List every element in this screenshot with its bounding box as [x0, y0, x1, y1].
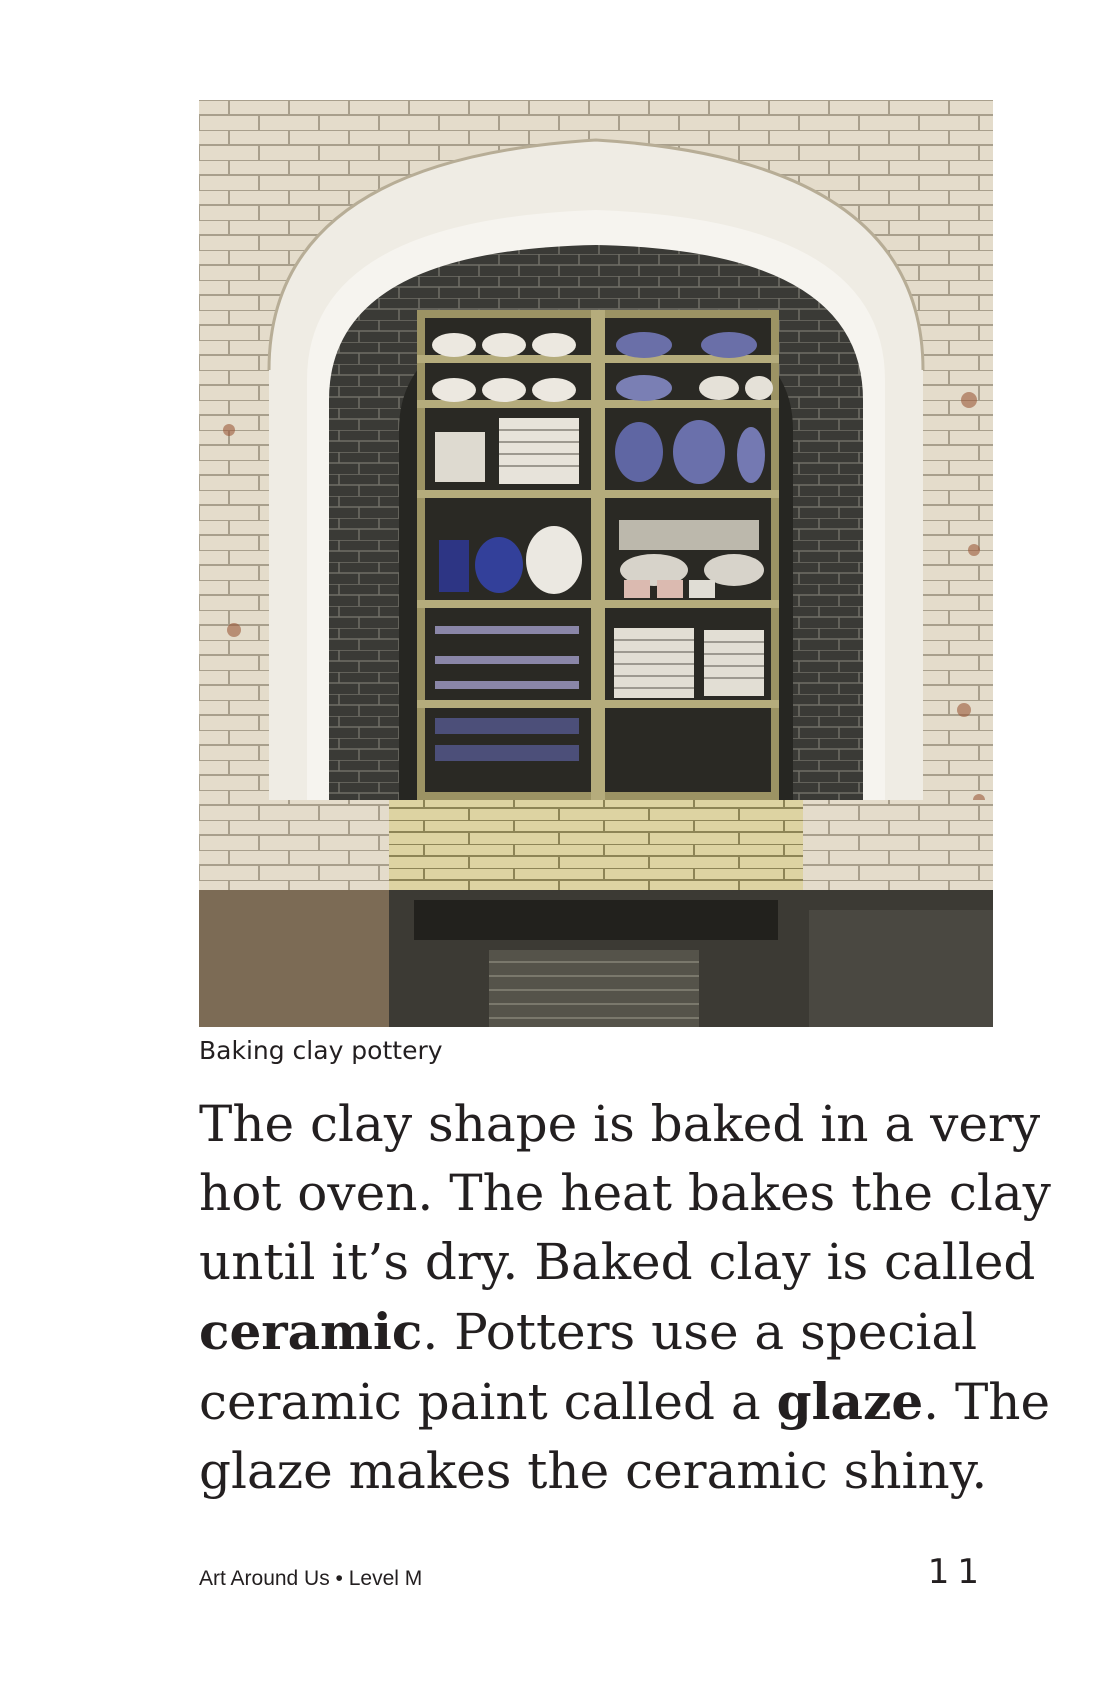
- paragraph-line: until it’s dry. Baked clay is called: [199, 1233, 1036, 1291]
- page-number: 11: [927, 1552, 987, 1592]
- photo-caption: Baking clay pottery: [199, 1036, 443, 1065]
- kiln-photo: [199, 100, 993, 1027]
- paragraph-text: . The: [923, 1373, 1051, 1431]
- paragraph-line: The clay shape is baked in a very: [199, 1095, 1041, 1153]
- body-paragraph: The clay shape is baked in a very hot ov…: [199, 1090, 1051, 1506]
- paragraph-line: glaze makes the ceramic shiny.: [199, 1442, 988, 1500]
- paragraph-line: ceramic paint called a glaze. The: [199, 1367, 1050, 1437]
- paragraph-line: ceramic. Potters use a special: [199, 1297, 999, 1367]
- book-title-footer: Art Around Us • Level M: [199, 1567, 423, 1590]
- kiln-illustration: [199, 100, 993, 1027]
- paragraph-text: ceramic paint called a: [199, 1373, 777, 1431]
- pottery-rack: [417, 310, 779, 800]
- paragraph-text: . Potters use a special: [422, 1303, 978, 1361]
- vocab-word-ceramic: ceramic: [199, 1302, 423, 1361]
- paragraph-line: hot oven. The heat bakes the clay: [199, 1164, 1051, 1222]
- vocab-word-glaze: glaze: [776, 1372, 924, 1431]
